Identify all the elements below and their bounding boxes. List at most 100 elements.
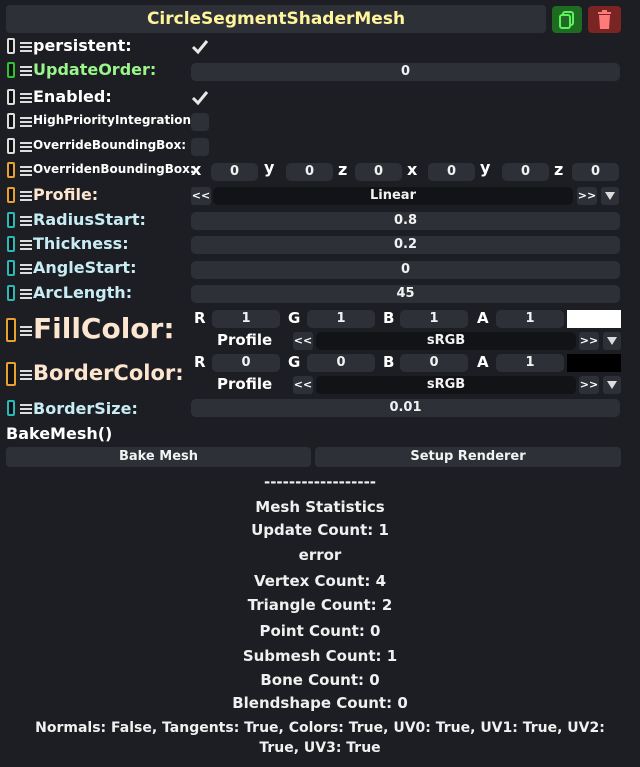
bbox-min-y-field[interactable]: 0	[286, 163, 333, 181]
border-profile-prev-button[interactable]: <<	[293, 376, 313, 394]
radius-start-field[interactable]: 0.8	[191, 212, 620, 230]
plug-icon[interactable]	[7, 138, 15, 154]
duplicate-button[interactable]	[552, 6, 582, 33]
bake-method-label: BakeMesh()	[6, 424, 113, 443]
hamburger-icon[interactable]	[20, 66, 32, 76]
label-thickness: Thickness:	[33, 234, 129, 253]
hamburger-icon[interactable]	[20, 93, 32, 103]
axis-label: y	[264, 158, 275, 177]
axis-label: z	[338, 160, 348, 179]
checkmark-icon[interactable]	[191, 38, 209, 56]
plug-icon[interactable]	[7, 400, 15, 416]
plug-icon[interactable]	[7, 113, 15, 129]
triangle-down-icon[interactable]	[603, 332, 621, 350]
fill-profile-next-button[interactable]: >>	[579, 332, 599, 350]
hamburger-icon[interactable]	[20, 326, 32, 336]
hamburger-icon[interactable]	[20, 289, 32, 299]
label-override-bbox: OverrideBoundingBox:	[33, 138, 187, 152]
checkmark-icon[interactable]	[191, 89, 209, 107]
profile-next-button[interactable]: >>	[577, 187, 597, 205]
delete-button[interactable]	[588, 6, 621, 33]
arc-length-field[interactable]: 45	[191, 285, 620, 303]
fill-profile-label: Profile	[217, 331, 273, 349]
label-profile: Profile:	[33, 185, 99, 204]
hamburger-icon[interactable]	[20, 264, 32, 274]
label-overriden-bbox: OverridenBoundingBox:	[33, 162, 195, 176]
plug-icon[interactable]	[7, 285, 15, 301]
channel-label: G	[288, 353, 301, 371]
stat-submesh-count: Submesh Count: 1	[242, 647, 398, 665]
border-b-field[interactable]: 0	[400, 354, 468, 372]
label-angle-start: AngleStart:	[33, 258, 137, 277]
hamburger-icon[interactable]	[20, 42, 32, 52]
stats-title: Mesh Statistics	[255, 498, 385, 516]
hamburger-icon[interactable]	[20, 166, 32, 176]
thickness-field[interactable]: 0.2	[191, 236, 620, 254]
stat-update-count: Update Count: 1	[251, 521, 389, 539]
bbox-max-z-field[interactable]: 0	[572, 163, 619, 181]
hamburger-icon[interactable]	[20, 191, 32, 201]
hamburger-icon[interactable]	[20, 216, 32, 226]
border-profile-next-button[interactable]: >>	[579, 376, 599, 394]
angle-start-field[interactable]: 0	[191, 261, 620, 279]
plug-icon[interactable]	[6, 318, 16, 342]
setup-renderer-button[interactable]: Setup Renderer	[315, 447, 621, 467]
hamburger-icon[interactable]	[20, 370, 32, 380]
plug-icon[interactable]	[7, 212, 15, 228]
plug-icon[interactable]	[6, 362, 16, 386]
border-a-field[interactable]: 1	[496, 354, 564, 372]
high-priority-checkbox[interactable]	[191, 113, 209, 131]
channel-label: B	[383, 353, 395, 371]
hamburger-icon[interactable]	[20, 142, 32, 152]
hamburger-icon[interactable]	[20, 404, 32, 414]
channel-label: B	[383, 309, 395, 327]
plug-icon[interactable]	[7, 236, 15, 252]
plug-icon[interactable]	[7, 62, 15, 78]
bbox-min-z-field[interactable]: 0	[355, 163, 402, 181]
label-fill-color: FillColor:	[33, 312, 175, 345]
fill-profile-value: sRGB	[316, 332, 576, 350]
channel-label: R	[194, 353, 206, 371]
trash-icon	[598, 10, 611, 29]
label-enabled: Enabled:	[33, 87, 112, 106]
fill-color-swatch[interactable]	[567, 310, 621, 328]
component-title: CircleSegmentShaderMesh	[6, 5, 546, 33]
stat-triangle-count: Triangle Count: 2	[247, 596, 393, 614]
channel-label: R	[194, 309, 206, 327]
border-r-field[interactable]: 0	[212, 354, 280, 372]
update-order-field[interactable]: 0	[191, 63, 620, 81]
axis-label: x	[407, 160, 418, 179]
fill-b-field[interactable]: 1	[400, 310, 468, 328]
label-arc-length: ArcLength:	[33, 283, 133, 302]
triangle-down-icon[interactable]	[603, 376, 621, 394]
channel-label: A	[477, 309, 489, 327]
channel-label: G	[288, 309, 301, 327]
plug-icon[interactable]	[7, 260, 15, 276]
label-radius-start: RadiusStart:	[33, 210, 146, 229]
override-bbox-checkbox[interactable]	[191, 138, 209, 156]
plug-icon[interactable]	[7, 162, 15, 178]
border-profile-value: sRGB	[316, 376, 576, 394]
triangle-down-icon[interactable]	[601, 187, 619, 205]
label-high-priority: HighPriorityIntegration:	[33, 113, 196, 127]
plug-icon[interactable]	[7, 38, 15, 54]
border-g-field[interactable]: 0	[307, 354, 375, 372]
fill-g-field[interactable]: 1	[307, 310, 375, 328]
stat-attributes-line1: Normals: False, Tangents: True, Colors: …	[35, 720, 605, 736]
bake-mesh-button[interactable]: Bake Mesh	[6, 447, 311, 467]
label-border-size: BorderSize:	[33, 399, 138, 418]
plug-icon[interactable]	[7, 89, 15, 105]
fill-profile-prev-button[interactable]: <<	[293, 332, 313, 350]
border-color-swatch[interactable]	[567, 354, 621, 372]
hamburger-icon[interactable]	[20, 240, 32, 250]
profile-prev-button[interactable]: <<	[191, 187, 211, 205]
fill-a-field[interactable]: 1	[496, 310, 564, 328]
border-size-field[interactable]: 0.01	[191, 399, 620, 417]
hamburger-icon[interactable]	[20, 117, 32, 127]
bbox-max-x-field[interactable]: 0	[428, 163, 475, 181]
fill-r-field[interactable]: 1	[212, 310, 280, 328]
bbox-max-y-field[interactable]: 0	[502, 163, 549, 181]
plug-icon[interactable]	[7, 187, 15, 203]
bbox-min-x-field[interactable]: 0	[211, 163, 258, 181]
label-persistent: persistent:	[33, 36, 132, 55]
